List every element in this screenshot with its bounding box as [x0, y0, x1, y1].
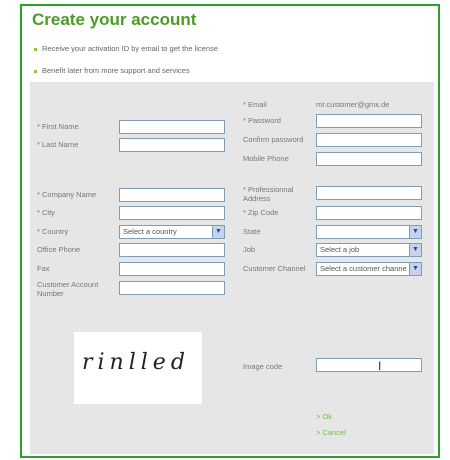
customer-account-number-field[interactable] [119, 281, 225, 295]
captcha-image: rinlled [74, 332, 202, 404]
job-select-value: Select a job [320, 245, 360, 254]
bullet-text: Receive your activation ID by email to g… [42, 44, 218, 53]
confirm-password-field[interactable] [316, 133, 422, 147]
country-select-value: Select a country [123, 227, 177, 236]
chevron-down-icon[interactable]: ▼ [212, 226, 224, 238]
customer-channel-label: Customer Channel [243, 264, 306, 273]
image-code-label: Image code [243, 362, 283, 371]
image-code-field[interactable] [316, 358, 422, 372]
chevron-down-icon[interactable]: ▼ [409, 263, 421, 275]
office-phone-field[interactable] [119, 243, 225, 257]
mobile-phone-label: Mobile Phone [243, 154, 289, 163]
email-label: * Email [243, 100, 267, 109]
bullet-text: Benefit later from more support and serv… [42, 66, 190, 75]
chevron-down-icon[interactable]: ▼ [409, 226, 421, 238]
bullet-icon [34, 47, 37, 51]
password-label: * Password [243, 116, 281, 125]
company-name-field[interactable] [119, 188, 225, 202]
chevron-down-icon[interactable]: ▼ [409, 244, 421, 256]
last-name-label: * Last Name [37, 140, 79, 149]
text-cursor-icon: I [378, 359, 382, 373]
professional-address-field[interactable] [316, 186, 422, 200]
bullet-item-activation: Receive your activation ID by email to g… [34, 44, 218, 53]
mobile-phone-field[interactable] [316, 152, 422, 166]
first-name-field[interactable] [119, 120, 225, 134]
customer-channel-select[interactable]: Select a customer channe ▼ [316, 262, 422, 276]
city-label: * City [37, 208, 55, 217]
first-name-label: * First Name [37, 122, 79, 131]
cancel-link[interactable]: > Cancel [316, 428, 346, 437]
city-field[interactable] [119, 206, 225, 220]
job-select[interactable]: Select a job ▼ [316, 243, 422, 257]
form-panel: * First Name * Last Name * Company Name … [30, 82, 434, 454]
bullet-icon [34, 69, 37, 73]
captcha-text: rinlled [82, 350, 190, 375]
country-select[interactable]: Select a country ▼ [119, 225, 225, 239]
zip-code-label: * Zip Code [243, 208, 279, 217]
confirm-password-label: Confirm password [243, 135, 304, 144]
country-label: * Country [37, 227, 69, 236]
company-name-label: * Company Name [37, 190, 97, 199]
fax-label: Fax [37, 264, 50, 273]
email-value: mr.customer@gmx.de [316, 100, 390, 109]
create-account-frame: Create your account Receive your activat… [20, 4, 440, 458]
last-name-field[interactable] [119, 138, 225, 152]
fax-field[interactable] [119, 262, 225, 276]
state-label: State [243, 227, 261, 236]
zip-code-field[interactable] [316, 206, 422, 220]
job-label: Job [243, 245, 256, 254]
customer-account-number-label: Customer Account Number [37, 280, 99, 298]
password-field[interactable] [316, 114, 422, 128]
page-title: Create your account [32, 10, 197, 29]
professional-address-label: * Professionnal Address [243, 185, 294, 203]
customer-channel-select-value: Select a customer channe [320, 264, 407, 273]
state-select[interactable]: ▼ [316, 225, 422, 239]
bullet-item-benefit: Benefit later from more support and serv… [34, 66, 190, 75]
ok-link[interactable]: > Ok [316, 412, 332, 421]
office-phone-label: Office Phone [37, 245, 81, 254]
